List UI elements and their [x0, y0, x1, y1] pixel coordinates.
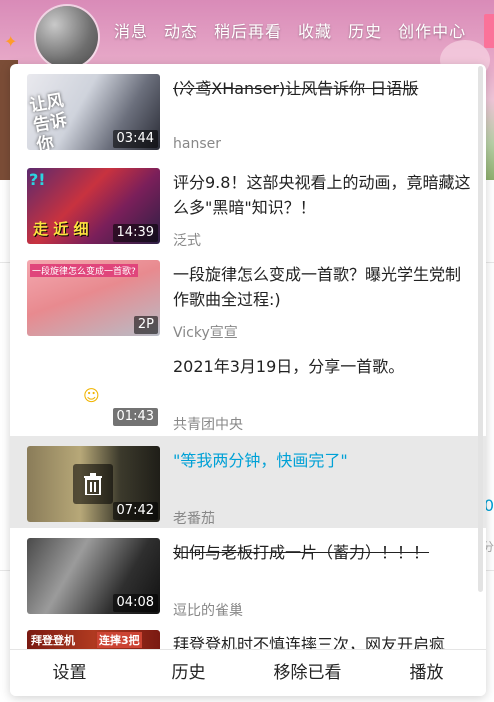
thumbnail-caption: ?! [29, 170, 46, 189]
video-author[interactable]: Vicky宣宣 [173, 322, 238, 342]
thumbnail-caption: 让风告诉你 [28, 90, 69, 150]
emoji-icon: ☺ [83, 386, 100, 405]
video-duration: 07:42 [112, 502, 158, 520]
history-button[interactable]: 历史 [129, 650, 248, 696]
thumbnail-caption: 一段旋律怎么变成一首歌? [30, 264, 138, 277]
video-author[interactable]: hanser [173, 136, 221, 152]
thumbnail-caption: 连摔3把 [97, 632, 142, 648]
thumbnail-caption: 走 近 细 [33, 220, 89, 238]
video-thumbnail[interactable]: 一段旋律怎么变成一首歌? 2P [27, 260, 160, 336]
play-all-button[interactable]: 播放 [367, 650, 486, 696]
video-duration: 03:44 [112, 130, 158, 148]
video-thumbnail[interactable]: 04:08 [27, 538, 160, 614]
butterfly-icon: ✦ [4, 32, 18, 51]
upload-button[interactable] [484, 14, 494, 48]
scrollbar[interactable] [478, 66, 483, 592]
remove-watched-button[interactable]: 移除已看 [248, 650, 367, 696]
avatar[interactable] [36, 6, 98, 68]
video-author[interactable]: 共青团中央 [173, 414, 243, 434]
video-author[interactable]: 泛式 [173, 230, 201, 250]
nav-creator-center[interactable]: 创作中心 [398, 18, 466, 42]
video-duration: 14:39 [112, 224, 158, 242]
video-title[interactable]: 评分9.8！这部央视看上的动画，竟暗藏这么多"黑暗"知识？！ [173, 170, 471, 220]
video-duration: 01:43 [112, 408, 158, 426]
trash-icon [84, 473, 102, 495]
video-duration: 2P [133, 316, 158, 334]
thumbnail-caption: 拜登登机 [31, 634, 75, 647]
nav-history[interactable]: 历史 [348, 18, 382, 42]
watch-later-panel: 让风告诉你 03:44 (冷鸢XHanser)让风告诉你 日语版 hanser … [10, 64, 486, 696]
watch-later-list[interactable]: 让风告诉你 03:44 (冷鸢XHanser)让风告诉你 日语版 hanser … [10, 64, 486, 650]
video-title[interactable]: 2021年3月19日，分享一首歌。 [173, 354, 471, 379]
list-item[interactable]: 04:08 如何与老板打成一片（蓄力）！！！ 逗比的雀巢 [10, 528, 486, 620]
video-thumbnail[interactable]: ?! 走 近 细 14:39 [27, 168, 160, 244]
video-title[interactable]: 一段旋律怎么变成一首歌？曝光学生党制作歌曲全过程:) [173, 262, 471, 312]
delete-button[interactable] [73, 464, 113, 504]
nav-favorites[interactable]: 收藏 [298, 18, 332, 42]
list-item[interactable]: ?! 走 近 细 14:39 评分9.8！这部央视看上的动画，竟暗藏这么多"黑暗… [10, 158, 486, 250]
list-item[interactable]: 让风告诉你 03:44 (冷鸢XHanser)让风告诉你 日语版 hanser [10, 64, 486, 156]
panel-footer: 设置 历史 移除已看 播放 [10, 649, 486, 696]
video-title[interactable]: 如何与老板打成一片（蓄力）！！！ [173, 540, 471, 565]
video-thumbnail[interactable]: 让风告诉你 03:44 [27, 74, 160, 150]
top-nav: 消息 动态 稍后再看 收藏 历史 创作中心 [114, 18, 466, 42]
video-author[interactable]: 老番茄 [173, 508, 215, 528]
video-title[interactable]: 拜登登机时不慎连摔三次，网友开启疯 [173, 632, 471, 650]
video-author[interactable]: 逗比的雀巢 [173, 600, 243, 620]
nav-dynamics[interactable]: 动态 [164, 18, 198, 42]
video-duration: 04:08 [112, 594, 158, 612]
list-item[interactable]: ☺ 01:43 2021年3月19日，分享一首歌。 共青团中央 [10, 342, 486, 434]
nav-watch-later[interactable]: 稍后再看 [214, 18, 282, 42]
video-thumbnail[interactable]: 07:42 [27, 446, 160, 522]
video-title[interactable]: "等我两分钟，快画完了" [173, 448, 471, 473]
video-title[interactable]: (冷鸢XHanser)让风告诉你 日语版 [173, 76, 471, 101]
list-item[interactable]: 07:42 "等我两分钟，快画完了" 老番茄 [10, 436, 486, 528]
nav-messages[interactable]: 消息 [114, 18, 148, 42]
list-item[interactable]: 一段旋律怎么变成一首歌? 2P 一段旋律怎么变成一首歌？曝光学生党制作歌曲全过程… [10, 250, 486, 342]
video-thumbnail[interactable]: 拜登登机 连摔3把 [27, 630, 160, 650]
list-item[interactable]: 拜登登机 连摔3把 拜登登机时不慎连摔三次，网友开启疯 [10, 620, 486, 650]
video-thumbnail[interactable]: ☺ 01:43 [27, 352, 160, 428]
settings-button[interactable]: 设置 [10, 650, 129, 696]
